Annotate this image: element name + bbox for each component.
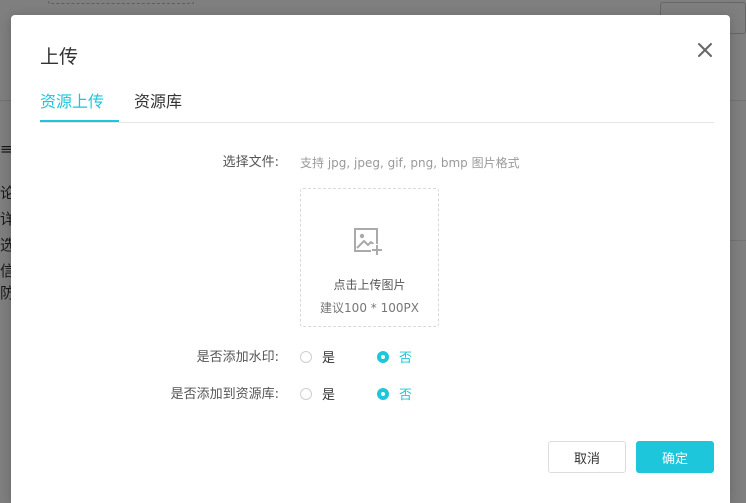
add-to-library-yes-radio[interactable]: 是	[300, 384, 335, 403]
file-format-hint: 支持 jpg, jpeg, gif, png, bmp 图片格式	[300, 156, 520, 170]
tab-bar: 资源上传 资源库	[40, 91, 714, 123]
watermark-yes-radio[interactable]: 是	[300, 347, 335, 366]
tab-resource-library[interactable]: 资源库	[134, 91, 182, 122]
image-add-icon	[354, 228, 383, 256]
tab-resource-upload[interactable]: 资源上传	[40, 91, 120, 122]
upload-instruction: 点击上传图片	[333, 278, 406, 292]
close-icon	[698, 43, 712, 57]
add-to-library-label: 是否添加到资源库:	[170, 387, 279, 402]
radio-checked-icon	[377, 350, 389, 363]
radio-label: 是	[322, 388, 336, 403]
close-button[interactable]	[694, 39, 716, 61]
radio-label: 是	[322, 351, 336, 366]
file-field-label: 选择文件:	[222, 155, 279, 170]
radio-icon	[300, 387, 312, 400]
confirm-button[interactable]: 确定	[636, 441, 714, 473]
cancel-button[interactable]: 取消	[548, 441, 626, 473]
upload-size-hint: 建议100 * 100PX	[320, 301, 419, 315]
radio-label: 否	[399, 351, 413, 366]
watermark-label: 是否添加水印:	[196, 350, 279, 365]
upload-dialog: 上传 资源上传 资源库 选择文件: 支持 jpg, jpeg, gif, png…	[11, 15, 730, 503]
image-upload-area[interactable]: 点击上传图片 建议100 * 100PX	[300, 188, 439, 327]
add-to-library-no-radio[interactable]: 否	[377, 384, 412, 403]
watermark-no-radio[interactable]: 否	[377, 347, 412, 366]
dialog-title: 上传	[40, 46, 79, 68]
radio-label: 否	[399, 388, 413, 403]
radio-checked-icon	[377, 387, 389, 400]
radio-icon	[300, 350, 312, 363]
